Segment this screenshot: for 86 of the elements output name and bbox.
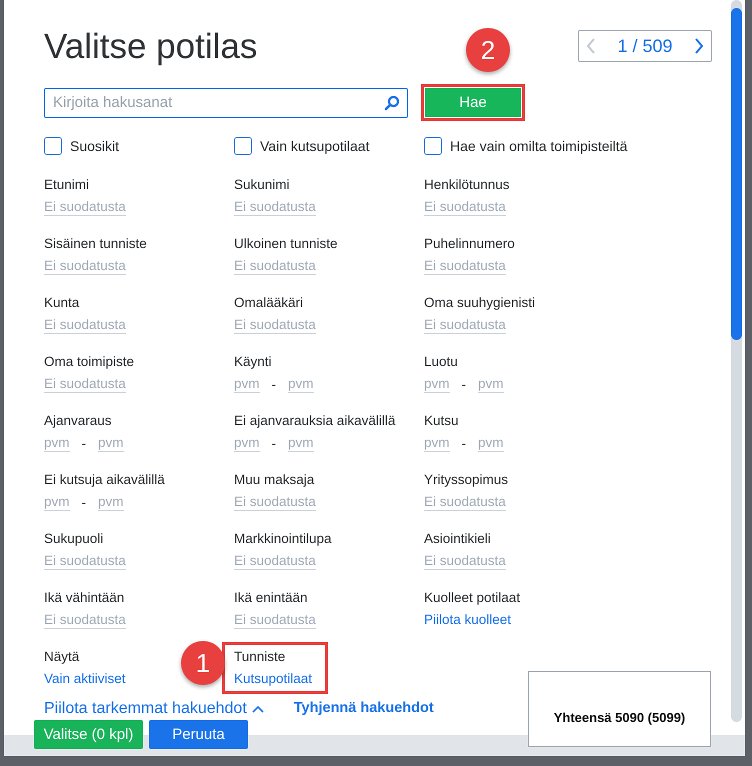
date-separator: - (82, 494, 86, 510)
scrollbar-thumb[interactable] (731, 8, 742, 340)
filter-value[interactable]: Ei suodatusta (44, 257, 126, 275)
filter-label: Asiointikieli (424, 530, 491, 548)
date-field[interactable]: pvm (478, 434, 504, 452)
filter-label: Ikä vähintään (44, 589, 124, 607)
checkbox-label: Vain kutsupotilaat (260, 138, 370, 154)
date-separator: - (272, 376, 276, 392)
filter-value[interactable]: Ei suodatusta (424, 257, 506, 275)
checkbox[interactable] (424, 137, 442, 155)
filter-value[interactable]: Ei suodatusta (44, 198, 126, 216)
filter-label: Kunta (44, 294, 80, 312)
dialog-title: Valitse potilas (44, 26, 258, 68)
filter-value[interactable]: Ei suodatusta (234, 493, 316, 511)
date-field[interactable]: pvm (44, 493, 70, 511)
filter-label: Puhelinnumero (424, 235, 515, 253)
filter-value[interactable]: Ei suodatusta (234, 316, 316, 334)
filter-label: Ajanvaraus (44, 412, 112, 430)
filter-label: Ulkoinen tunniste (234, 235, 338, 253)
collapse-link[interactable]: Piilota tarkemmat hakuehdot (44, 700, 264, 717)
date-field[interactable]: pvm (424, 434, 450, 452)
search-field[interactable]: Kirjoita hakusanat (44, 88, 408, 118)
filter-link[interactable]: Piilota kuolleet (424, 611, 512, 629)
filter-link[interactable]: Vain aktiiviset (44, 670, 126, 688)
checkbox[interactable] (44, 137, 62, 155)
filter-label: Kuolleet potilaat (424, 589, 520, 607)
filter-value[interactable]: Ei suodatusta (234, 552, 316, 570)
filter-label: Käynti (234, 353, 272, 371)
number-badge: 1 (181, 641, 225, 685)
filter-label: Kutsu (424, 412, 459, 430)
filter-label: Sukunimi (234, 176, 290, 194)
filter-label: Sisäinen tunniste (44, 235, 147, 253)
date-field[interactable]: pvm (288, 375, 314, 393)
page-indicator: 1 / 509 (617, 36, 673, 56)
filter-value[interactable]: Ei suodatusta (234, 611, 316, 629)
date-field[interactable]: pvm (44, 434, 70, 452)
select-button[interactable]: Valitse (0 kpl) (34, 720, 143, 749)
filter-label: Markkinointilupa (234, 530, 332, 548)
date-field[interactable]: pvm (478, 375, 504, 393)
checkbox[interactable] (234, 137, 252, 155)
filter-label: Sukupuoli (44, 530, 104, 548)
search-icon[interactable] (384, 94, 400, 110)
chevron-right-icon[interactable] (692, 37, 705, 55)
filter-label: Ikä enintään (234, 589, 308, 607)
date-field[interactable]: pvm (234, 434, 260, 452)
filter-label: Oma toimipiste (44, 353, 134, 371)
date-separator: - (272, 436, 276, 450)
filter-label: Tunniste (234, 648, 286, 666)
scrollbar-track[interactable] (731, 0, 742, 722)
date-field[interactable]: pvm (424, 375, 450, 393)
chevron-up-icon (252, 704, 264, 712)
filter-value[interactable]: Ei suodatusta (424, 493, 506, 511)
filter-label: Muu maksaja (234, 471, 314, 489)
filter-label: Oma suuhygienisti (424, 294, 536, 312)
filter-value[interactable]: Ei suodatusta (234, 257, 316, 275)
filter-label: Luotu (424, 353, 458, 371)
filter-value[interactable]: Ei suodatusta (44, 375, 126, 393)
cancel-button[interactable]: Peruuta (149, 720, 248, 749)
filter-link[interactable]: Kutsupotilaat (234, 670, 312, 688)
date-field[interactable]: pvm (98, 493, 124, 511)
total-count: Yhteensä 5090 (5099) (528, 671, 711, 747)
filter-value[interactable]: Ei suodatusta (44, 611, 126, 629)
filter-value[interactable]: Ei suodatusta (424, 198, 506, 216)
search-button[interactable]: Hae (425, 88, 521, 117)
filter-value[interactable]: Ei suodatusta (424, 316, 506, 334)
date-field[interactable]: pvm (288, 434, 314, 452)
number-badge: 2 (466, 28, 510, 72)
filter-value[interactable]: Ei suodatusta (44, 552, 126, 570)
filter-label: Näytä (44, 648, 80, 666)
checkbox-label: Hae vain omilta toimipisteiltä (450, 138, 628, 154)
date-separator: - (462, 376, 466, 392)
filter-label: Omalääkäri (234, 294, 304, 312)
date-field[interactable]: pvm (234, 375, 260, 393)
filter-label: Henkilötunnus (424, 176, 510, 194)
filter-label: Ei kutsuja aikavälillä (44, 471, 165, 489)
date-field[interactable]: pvm (98, 434, 124, 452)
filter-value[interactable]: Ei suodatusta (424, 552, 506, 570)
filter-label: Etunimi (44, 176, 90, 194)
filter-label: Ei ajanvarauksia aikavälillä (234, 412, 396, 430)
filter-label: Yrityssopimus (424, 471, 508, 489)
checkbox-label: Suosikit (70, 138, 120, 154)
date-separator: - (462, 436, 466, 450)
filter-value[interactable]: Ei suodatusta (234, 198, 316, 216)
clear-link[interactable]: Tyhjennä hakuehdot (294, 700, 434, 717)
filter-value[interactable]: Ei suodatusta (44, 316, 126, 334)
date-separator: - (82, 436, 86, 450)
